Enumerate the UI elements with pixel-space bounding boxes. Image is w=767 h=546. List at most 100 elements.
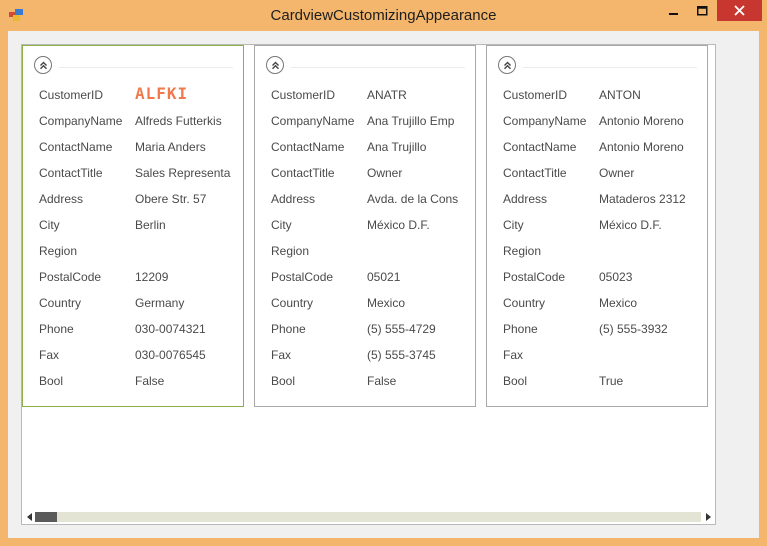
card-field-row[interactable]: Country Mexico: [503, 293, 703, 313]
field-value[interactable]: Maria Anders: [135, 140, 245, 154]
field-value[interactable]: False: [367, 374, 477, 388]
card-field-row[interactable]: PostalCode 12209: [39, 267, 239, 287]
field-value[interactable]: Alfreds Futterkis: [135, 114, 245, 128]
field-label: City: [271, 218, 292, 232]
card-field-row[interactable]: Address Obere Str. 57: [39, 189, 239, 209]
card-field-row[interactable]: CompanyName Antonio Moreno: [503, 111, 703, 131]
card[interactable]: CustomerID ALFKI CompanyName Alfreds Futter…: [22, 45, 244, 407]
field-value[interactable]: ANATR: [367, 88, 477, 102]
card-field-row[interactable]: ContactTitle Sales Representa: [39, 163, 239, 183]
card[interactable]: CustomerID ANATR CompanyName Ana Trujillo E…: [254, 45, 476, 407]
field-label: CustomerID: [39, 88, 104, 102]
card-field-row[interactable]: Region: [503, 241, 703, 261]
field-label: Fax: [503, 348, 524, 362]
card-field-row[interactable]: ContactTitle Owner: [271, 163, 471, 183]
field-value[interactable]: 12209: [135, 270, 245, 284]
window-title: CardviewCustomizingAppearance: [270, 7, 497, 24]
card-field-row[interactable]: Bool False: [39, 371, 239, 391]
field-value[interactable]: 030-0076545: [135, 348, 245, 362]
card[interactable]: CustomerID ANTON CompanyName Antonio Moreno…: [486, 45, 708, 407]
field-value[interactable]: 030-0074321: [135, 322, 245, 336]
card-field-row[interactable]: Bool False: [271, 371, 471, 391]
maximize-button[interactable]: [689, 0, 716, 21]
field-value[interactable]: Germany: [135, 296, 245, 310]
field-value[interactable]: ALFKI: [135, 84, 245, 103]
horizontal-scrollbar[interactable]: [23, 509, 714, 525]
card-field-row[interactable]: ContactName Maria Anders: [39, 137, 239, 157]
field-value[interactable]: Antonio Moreno: [599, 140, 709, 154]
field-label: CustomerID: [271, 88, 336, 102]
card-field-row[interactable]: PostalCode 05021: [271, 267, 471, 287]
scroll-thumb[interactable]: [35, 512, 57, 522]
field-value[interactable]: (5) 555-3745: [367, 348, 477, 362]
app-window: CardviewCustomizingAppearance CustomerID…: [0, 0, 767, 546]
field-label: CompanyName: [271, 114, 355, 128]
field-label: ContactTitle: [39, 166, 103, 180]
field-value[interactable]: Obere Str. 57: [135, 192, 245, 206]
field-value[interactable]: México D.F.: [599, 218, 709, 232]
field-label: Country: [503, 296, 546, 310]
field-value[interactable]: Antonio Moreno: [599, 114, 709, 128]
scroll-track[interactable]: [35, 512, 701, 522]
field-value[interactable]: Owner: [599, 166, 709, 180]
field-value[interactable]: Avda. de la Cons: [367, 192, 477, 206]
card-field-row[interactable]: Address Mataderos 2312: [503, 189, 703, 209]
field-value[interactable]: ANTON: [599, 88, 709, 102]
card-field-row[interactable]: ContactName Antonio Moreno: [503, 137, 703, 157]
card-field-row[interactable]: Phone (5) 555-4729: [271, 319, 471, 339]
card-field-row[interactable]: Phone (5) 555-3932: [503, 319, 703, 339]
card-collapse-button[interactable]: [34, 56, 52, 74]
card-field-row[interactable]: City Berlin: [39, 215, 239, 235]
card-field-row[interactable]: CustomerID ALFKI: [39, 84, 239, 105]
card-field-row[interactable]: Fax (5) 555-3745: [271, 345, 471, 365]
field-value[interactable]: Mexico: [599, 296, 709, 310]
card-field-row[interactable]: PostalCode 05023: [503, 267, 703, 287]
card-field-row[interactable]: CustomerID ANTON: [503, 85, 703, 105]
field-label: CompanyName: [503, 114, 587, 128]
card-field-row[interactable]: Region: [271, 241, 471, 261]
field-value[interactable]: False: [135, 374, 245, 388]
card-field-row[interactable]: Bool True: [503, 371, 703, 391]
minimize-button[interactable]: [660, 0, 688, 21]
card-field-row[interactable]: ContactTitle Owner: [503, 163, 703, 183]
field-value[interactable]: Sales Representa: [135, 166, 245, 180]
card-field-row[interactable]: CompanyName Ana Trujillo Emp: [271, 111, 471, 131]
card-collapse-button[interactable]: [266, 56, 284, 74]
card-view-grid[interactable]: CustomerID ALFKI CompanyName Alfreds Futter…: [21, 44, 716, 525]
card-collapse-button[interactable]: [498, 56, 516, 74]
field-value[interactable]: (5) 555-4729: [367, 322, 477, 336]
field-value[interactable]: 05021: [367, 270, 477, 284]
field-label: CustomerID: [503, 88, 568, 102]
card-field-row[interactable]: City México D.F.: [271, 215, 471, 235]
field-value[interactable]: 05023: [599, 270, 709, 284]
card-field-row[interactable]: City México D.F.: [503, 215, 703, 235]
card-field-row[interactable]: Country Germany: [39, 293, 239, 313]
field-value[interactable]: Ana Trujillo: [367, 140, 477, 154]
card-field-row[interactable]: Region: [39, 241, 239, 261]
field-value[interactable]: México D.F.: [367, 218, 477, 232]
field-label: ContactTitle: [271, 166, 335, 180]
close-button[interactable]: [717, 0, 762, 21]
card-field-row[interactable]: Address Avda. de la Cons: [271, 189, 471, 209]
scroll-right-icon[interactable]: [706, 513, 711, 521]
title-bar[interactable]: CardviewCustomizingAppearance: [0, 0, 767, 31]
field-label: ContactName: [503, 140, 577, 154]
field-value[interactable]: Berlin: [135, 218, 245, 232]
card-field-row[interactable]: Fax: [503, 345, 703, 365]
field-value[interactable]: True: [599, 374, 709, 388]
field-value[interactable]: (5) 555-3932: [599, 322, 709, 336]
card-field-row[interactable]: Fax 030-0076545: [39, 345, 239, 365]
field-label: ContactName: [39, 140, 113, 154]
scroll-left-icon[interactable]: [27, 513, 32, 521]
card-field-row[interactable]: ContactName Ana Trujillo: [271, 137, 471, 157]
maximize-icon: [697, 5, 708, 15]
card-field-row[interactable]: CompanyName Alfreds Futterkis: [39, 111, 239, 131]
field-value[interactable]: Ana Trujillo Emp: [367, 114, 477, 128]
field-value[interactable]: Owner: [367, 166, 477, 180]
field-label: ContactTitle: [503, 166, 567, 180]
field-value[interactable]: Mataderos 2312: [599, 192, 709, 206]
card-field-row[interactable]: Country Mexico: [271, 293, 471, 313]
card-field-row[interactable]: Phone 030-0074321: [39, 319, 239, 339]
field-value[interactable]: Mexico: [367, 296, 477, 310]
card-field-row[interactable]: CustomerID ANATR: [271, 85, 471, 105]
